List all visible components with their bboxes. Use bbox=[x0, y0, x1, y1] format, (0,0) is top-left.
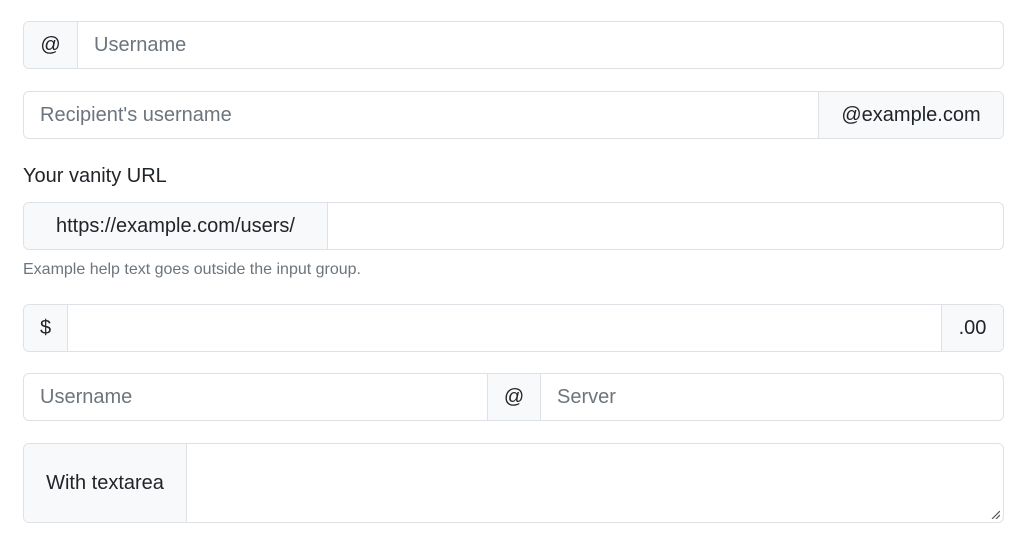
textarea-addon: With textarea bbox=[24, 444, 187, 522]
url-prefix-addon: https://example.com/users/ bbox=[24, 203, 328, 249]
cents-addon-label: .00 bbox=[958, 316, 987, 339]
username-input[interactable] bbox=[94, 33, 987, 57]
vanity-url-field-wrap bbox=[328, 203, 1003, 249]
currency-addon: $ bbox=[24, 305, 68, 351]
at-addon: @ bbox=[24, 22, 78, 68]
server-input[interactable] bbox=[557, 385, 987, 409]
vanity-url-input-group: https://example.com/users/ bbox=[23, 202, 1004, 250]
textarea-addon-label: With textarea bbox=[46, 471, 164, 494]
server-at-addon: @ bbox=[487, 374, 541, 420]
textarea-field-wrap bbox=[187, 444, 1003, 522]
recipient-username-input[interactable] bbox=[40, 103, 802, 127]
recipient-field-wrap bbox=[24, 92, 818, 138]
amount-input[interactable] bbox=[84, 316, 925, 340]
amount-input-group: $ .00 bbox=[23, 304, 1004, 352]
username-field-wrap bbox=[78, 22, 1003, 68]
server-username-field-wrap bbox=[24, 374, 487, 420]
textarea-input[interactable] bbox=[187, 444, 1003, 522]
currency-addon-label: $ bbox=[39, 316, 52, 339]
domain-addon: @example.com bbox=[818, 92, 1003, 138]
at-addon-label: @ bbox=[40, 33, 61, 56]
domain-addon-label: @example.com bbox=[841, 103, 981, 126]
resize-handle-icon[interactable] bbox=[990, 509, 1000, 519]
username-input-group: @ bbox=[23, 21, 1004, 69]
vanity-url-help-text: Example help text goes outside the input… bbox=[23, 261, 361, 278]
url-prefix-label: https://example.com/users/ bbox=[56, 214, 295, 237]
amount-field-wrap bbox=[68, 305, 941, 351]
vanity-url-label: Your vanity URL bbox=[23, 165, 167, 187]
cents-addon: .00 bbox=[941, 305, 1003, 351]
server-at-label: @ bbox=[503, 385, 525, 408]
recipient-input-group: @example.com bbox=[23, 91, 1004, 139]
textarea-input-group: With textarea bbox=[23, 443, 1004, 523]
server-username-input[interactable] bbox=[40, 385, 471, 409]
username-server-input-group: @ bbox=[23, 373, 1004, 421]
vanity-url-input[interactable] bbox=[344, 214, 987, 238]
server-field-wrap bbox=[541, 374, 1003, 420]
